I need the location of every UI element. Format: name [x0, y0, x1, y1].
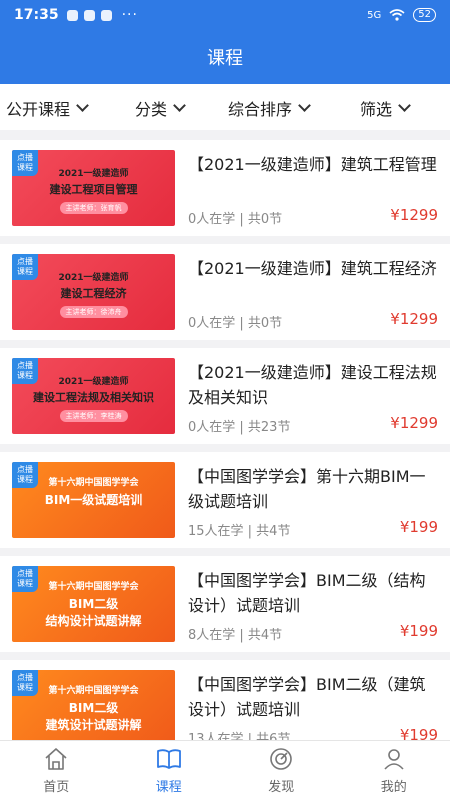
course-card[interactable]: 点播课程 2021一级建造师 建设工程项目管理 主讲老师：张育帆 【2021一级…	[0, 140, 450, 236]
course-title: 【2021一级建造师】建设工程法规及相关知识	[188, 363, 437, 407]
tab-discover[interactable]: 发现	[225, 741, 338, 800]
course-title: 【中国图学学会】第十六期BIM一级试题培训	[188, 467, 426, 511]
filter-sort[interactable]: 综合排序	[228, 96, 311, 120]
filter-screen[interactable]: 筛选	[360, 96, 411, 120]
page-title: 课程	[207, 48, 243, 69]
notification-icon	[100, 9, 112, 21]
tab-label: 课程	[155, 780, 182, 795]
chevron-down-icon	[173, 99, 186, 112]
course-card[interactable]: 点播课程 第十六期中国图学学会 BIM一级试题培训 【中国图学学会】第十六期BI…	[0, 452, 450, 548]
status-time: 17:35	[14, 7, 59, 23]
filter-category[interactable]: 分类	[135, 96, 186, 120]
course-price: ¥1299	[390, 414, 438, 432]
tab-label: 发现	[268, 780, 295, 795]
course-title: 【中国图学学会】BIM二级（建筑设计）试题培训	[188, 675, 426, 719]
compass-icon	[270, 748, 293, 770]
course-thumbnail: 点播课程 2021一级建造师 建设工程经济 主讲老师：徐沛舟	[12, 254, 175, 330]
course-card[interactable]: 点播课程 2021一级建造师 建设工程经济 主讲老师：徐沛舟 【2021一级建造…	[0, 244, 450, 340]
course-meta: 15人在学 | 共4节	[188, 524, 291, 539]
course-card[interactable]: 点播课程 第十六期中国图学学会 BIM二级 结构设计试题讲解 【中国图学学会】B…	[0, 556, 450, 652]
thumbnail-teacher: 主讲老师：李桂涛	[59, 410, 128, 422]
course-meta: 8人在学 | 共4节	[188, 628, 283, 643]
thumbnail-heading: 2021一级建造师	[58, 377, 129, 387]
thumbnail-subject: BIM一级试题培训	[44, 493, 143, 507]
wifi-icon	[389, 9, 405, 21]
course-meta: 0人在学 | 共23节	[188, 420, 291, 435]
thumbnail-heading: 2021一级建造师	[58, 169, 129, 179]
course-thumbnail: 点播课程 第十六期中国图学学会 BIM二级 建筑设计试题讲解	[12, 670, 175, 746]
filter-bar: 公开课程 分类 综合排序 筛选	[0, 84, 450, 130]
filter-label: 筛选	[360, 100, 393, 119]
chevron-down-icon	[298, 99, 311, 112]
filter-label: 分类	[135, 100, 168, 119]
home-icon	[45, 748, 67, 770]
thumbnail-subject: 建设工程经济	[60, 287, 127, 300]
more-notifications: ···	[121, 7, 138, 23]
thumbnail-subject: BIM二级	[68, 597, 119, 611]
tab-courses[interactable]: 课程	[113, 741, 226, 800]
thumbnail-teacher: 主讲老师：徐沛舟	[59, 306, 128, 318]
course-thumbnail: 点播课程 2021一级建造师 建设工程项目管理 主讲老师：张育帆	[12, 150, 175, 226]
course-price: ¥199	[399, 518, 438, 536]
thumbnail-heading: 第十六期中国图学学会	[48, 582, 139, 592]
thumbnail-heading: 第十六期中国图学学会	[48, 686, 139, 696]
course-card[interactable]: 点播课程 2021一级建造师 建设工程法规及相关知识 主讲老师：李桂涛 【202…	[0, 348, 450, 444]
course-meta: 0人在学 | 共0节	[188, 316, 283, 331]
course-thumbnail: 点播课程 第十六期中国图学学会 BIM二级 结构设计试题讲解	[12, 566, 175, 642]
course-thumbnail: 点播课程 2021一级建造师 建设工程法规及相关知识 主讲老师：李桂涛	[12, 358, 175, 434]
chevron-down-icon	[398, 99, 411, 112]
course-price: ¥1299	[390, 206, 438, 224]
user-icon	[384, 749, 404, 770]
thumbnail-heading: 2021一级建造师	[58, 273, 129, 283]
bottom-tab-bar: 首页 课程 发现 我的	[0, 740, 450, 800]
course-price: ¥1299	[390, 310, 438, 328]
notification-icon	[83, 9, 95, 21]
thumbnail-topic: 建筑设计试题讲解	[45, 718, 142, 732]
course-meta: 0人在学 | 共0节	[188, 212, 283, 227]
page-title-bar: 课程	[0, 30, 450, 84]
book-icon	[156, 749, 181, 769]
course-price: ¥199	[399, 622, 438, 640]
tab-mine[interactable]: 我的	[338, 741, 450, 800]
filter-label: 公开课程	[6, 100, 71, 119]
tab-label: 首页	[43, 780, 70, 795]
thumbnail-heading: 第十六期中国图学学会	[48, 478, 139, 488]
thumbnail-subject: 建设工程法规及相关知识	[33, 391, 154, 404]
network-type: 5G	[367, 9, 382, 21]
course-title: 【2021一级建造师】建筑工程经济	[188, 259, 437, 278]
chevron-down-icon	[76, 99, 89, 112]
thumbnail-teacher: 主讲老师：张育帆	[59, 202, 128, 214]
course-thumbnail: 点播课程 第十六期中国图学学会 BIM一级试题培训	[12, 462, 175, 538]
battery-indicator: 52	[413, 8, 436, 22]
filter-public-courses[interactable]: 公开课程	[6, 96, 89, 120]
thumbnail-subject: 建设工程项目管理	[49, 183, 138, 196]
course-title: 【2021一级建造师】建筑工程管理	[188, 155, 437, 174]
status-bar: 17:35 ··· 5G 52	[0, 0, 450, 30]
thumbnail-subject: BIM二级	[68, 701, 119, 715]
filter-label: 综合排序	[228, 100, 293, 119]
course-title: 【中国图学学会】BIM二级（结构设计）试题培训	[188, 571, 426, 615]
thumbnail-topic: 结构设计试题讲解	[45, 614, 142, 628]
tab-label: 我的	[380, 780, 407, 795]
tab-home[interactable]: 首页	[0, 741, 113, 800]
notification-icon	[66, 9, 78, 21]
